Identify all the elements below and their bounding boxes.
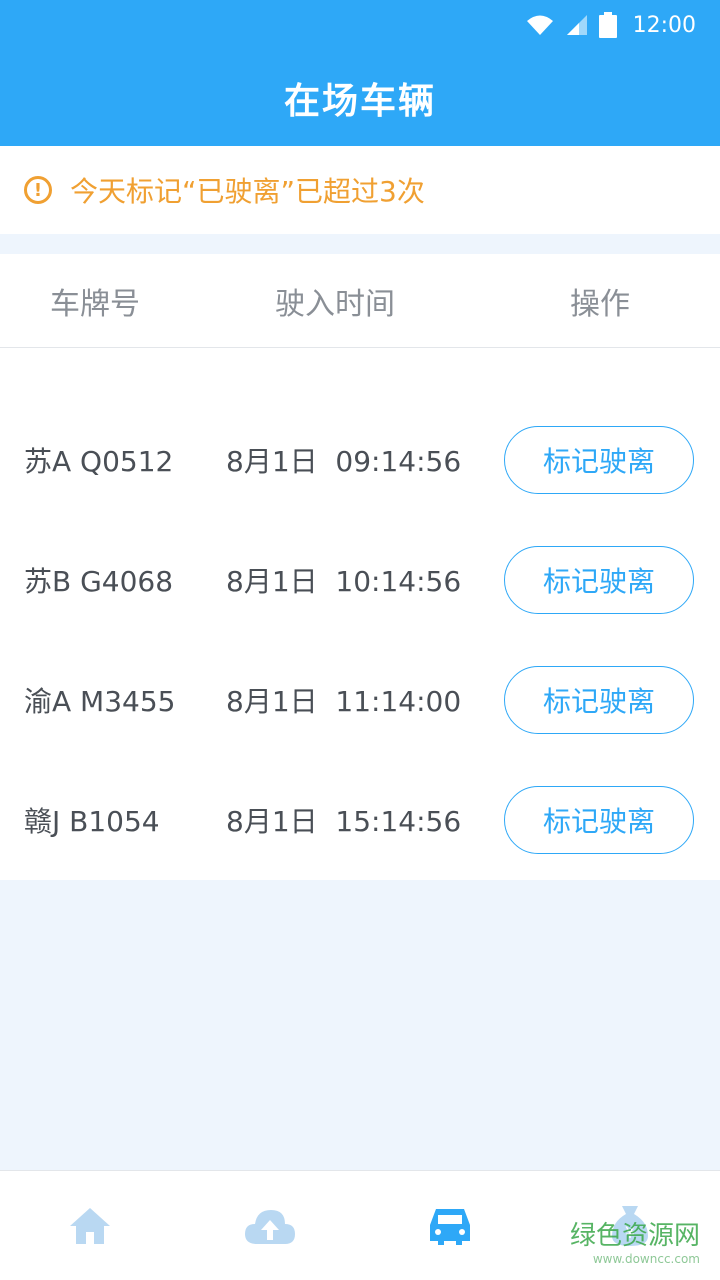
row-actions: 标记驶离: [480, 786, 720, 854]
entry-time: 8月1日 09:14:56: [226, 445, 462, 478]
mark-departed-button[interactable]: 标记驶离: [504, 426, 694, 494]
row-actions: 标记驶离: [480, 666, 720, 734]
entry-time: 8月1日 15:14:56: [226, 805, 462, 838]
entry-time: 8月1日 10:14:56: [226, 565, 462, 598]
watermark: 绿色资源网 www.downcc.com: [570, 1215, 700, 1266]
nav-vehicles[interactable]: [360, 1171, 540, 1280]
plate-number: 苏B G4068: [24, 565, 174, 598]
vehicle-table: 车牌号 驶入时间 操作 苏A Q0512 8月1日 09:14:56 标记驶离 …: [0, 254, 720, 880]
page-title: 在场车辆: [283, 81, 436, 122]
mark-departed-button[interactable]: 标记驶离: [504, 546, 694, 614]
table-row: 渝A M3455 8月1日 11:14:00 标记驶离: [0, 640, 720, 760]
app-screen: 12:00 在场车辆 ! 今天标记“已驶离”已超过3次 车牌号 驶入时间 操作 …: [0, 0, 720, 1280]
header-operation: 操作: [570, 286, 630, 322]
app-header: 12:00 在场车辆: [0, 0, 720, 146]
watermark-text: 绿色资源网: [569, 1221, 700, 1251]
cloud-upload-icon: [245, 1209, 295, 1244]
warning-text: 今天标记“已驶离”已超过3次: [70, 175, 425, 208]
home-icon: [70, 1207, 110, 1244]
header-plate: 车牌号: [50, 286, 140, 322]
nav-upload[interactable]: [180, 1171, 360, 1280]
row-actions: 标记驶离: [480, 426, 720, 494]
plate-number: 赣J B1054: [24, 805, 160, 838]
entry-time: 8月1日 11:14:00: [226, 685, 462, 718]
table-body: 苏A Q0512 8月1日 09:14:56 标记驶离 苏B G4068 8月1…: [0, 348, 720, 880]
table-row: 赣J B1054 8月1日 15:14:56 标记驶离: [0, 760, 720, 880]
watermark-url: www.downcc.com: [592, 1252, 700, 1266]
header-entry-time: 驶入时间: [275, 286, 395, 322]
warning-icon: !: [24, 176, 52, 204]
mark-departed-button[interactable]: 标记驶离: [504, 666, 694, 734]
battery-icon: [598, 12, 617, 38]
mark-departed-button[interactable]: 标记驶离: [504, 786, 694, 854]
status-time: 12:00: [632, 12, 696, 38]
table-row: 苏B G4068 8月1日 10:14:56 标记驶离: [0, 520, 720, 640]
table-header: 车牌号 驶入时间 操作: [0, 254, 720, 348]
warning-banner: ! 今天标记“已驶离”已超过3次: [0, 146, 720, 234]
plate-number: 苏A Q0512: [24, 445, 174, 478]
row-actions: 标记驶离: [480, 546, 720, 614]
nav-home[interactable]: [0, 1171, 180, 1280]
table-row: 苏A Q0512 8月1日 09:14:56 标记驶离: [0, 400, 720, 520]
status-bar: 12:00: [0, 0, 720, 50]
plate-number: 渝A M3455: [24, 685, 176, 718]
cell-signal-icon: [566, 15, 587, 35]
car-icon: [430, 1208, 470, 1245]
wifi-icon: [526, 15, 553, 35]
